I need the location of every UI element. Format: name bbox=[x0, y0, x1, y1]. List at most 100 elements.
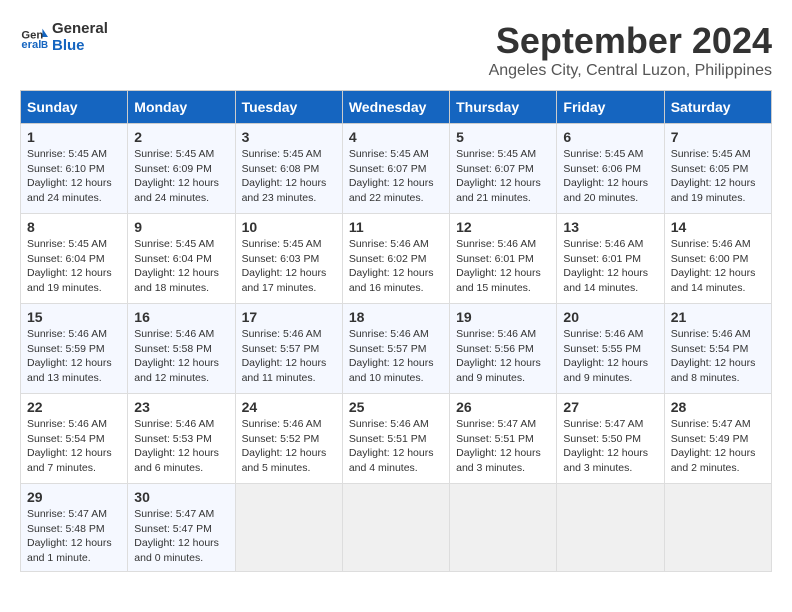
day-cell-6: 6Sunrise: 5:45 AM Sunset: 6:06 PM Daylig… bbox=[557, 124, 664, 214]
logo-text-line2: Blue bbox=[52, 37, 108, 54]
day-info: Sunrise: 5:47 AM Sunset: 5:48 PM Dayligh… bbox=[27, 507, 121, 566]
location-title: Angeles City, Central Luzon, Philippines bbox=[489, 62, 772, 80]
empty-cell bbox=[342, 484, 449, 572]
day-number: 28 bbox=[671, 399, 765, 415]
calendar-table: SundayMondayTuesdayWednesdayThursdayFrid… bbox=[20, 90, 772, 572]
day-info: Sunrise: 5:46 AM Sunset: 6:01 PM Dayligh… bbox=[563, 237, 657, 296]
header-row: SundayMondayTuesdayWednesdayThursdayFrid… bbox=[21, 91, 772, 124]
day-cell-4: 4 Sunrise: 5:45 AM Sunset: 6:07 PM Daylig… bbox=[342, 124, 449, 214]
header-monday: Monday bbox=[128, 91, 235, 124]
day-cell-8: 8 Sunrise: 5:45 AM Sunset: 6:04 PM Daylig… bbox=[21, 214, 128, 304]
day-number: 17 bbox=[242, 309, 336, 325]
day-cell-27: 27 Sunrise: 5:47 AM Sunset: 5:50 PM Dayli… bbox=[557, 394, 664, 484]
day-info: Sunrise: 5:47 AM Sunset: 5:50 PM Dayligh… bbox=[563, 417, 657, 476]
day-info: Sunrise: 5:46 AM Sunset: 5:56 PM Dayligh… bbox=[456, 327, 550, 386]
day-number: 29 bbox=[27, 489, 121, 505]
day-cell-11: 11Sunrise: 5:46 AM Sunset: 6:02 PM Dayli… bbox=[342, 214, 449, 304]
day-number: 20 bbox=[563, 309, 657, 325]
day-number: 21 bbox=[671, 309, 765, 325]
day-info: Sunrise: 5:45 AM Sunset: 6:07 PM Dayligh… bbox=[456, 147, 550, 206]
day-info: Sunrise: 5:45 AM Sunset: 6:06 PM Dayligh… bbox=[563, 147, 657, 206]
day-cell-19: 19 Sunrise: 5:46 AM Sunset: 5:56 PM Dayli… bbox=[450, 304, 557, 394]
day-info: Sunrise: 5:45 AM Sunset: 6:04 PM Dayligh… bbox=[27, 237, 121, 296]
header-wednesday: Wednesday bbox=[342, 91, 449, 124]
day-info: Sunrise: 5:46 AM Sunset: 5:53 PM Dayligh… bbox=[134, 417, 228, 476]
day-cell-30: 30 Sunrise: 5:47 AM Sunset: 5:47 PM Dayli… bbox=[128, 484, 235, 572]
day-number: 26 bbox=[456, 399, 550, 415]
day-cell-2: 2 Sunrise: 5:45 AM Sunset: 6:09 PM Daylig… bbox=[128, 124, 235, 214]
empty-cell bbox=[664, 484, 771, 572]
day-cell-21: 21 Sunrise: 5:46 AM Sunset: 5:54 PM Dayli… bbox=[664, 304, 771, 394]
day-cell-28: 28 Sunrise: 5:47 AM Sunset: 5:49 PM Dayli… bbox=[664, 394, 771, 484]
day-cell-5: 5 Sunrise: 5:45 AM Sunset: 6:07 PM Daylig… bbox=[450, 124, 557, 214]
day-info: Sunrise: 5:45 AM Sunset: 6:05 PM Dayligh… bbox=[671, 147, 765, 206]
header-saturday: Saturday bbox=[664, 91, 771, 124]
day-cell-9: 9 Sunrise: 5:45 AM Sunset: 6:04 PM Daylig… bbox=[128, 214, 235, 304]
day-cell-18: 18 Sunrise: 5:46 AM Sunset: 5:57 PM Dayli… bbox=[342, 304, 449, 394]
day-info: Sunrise: 5:45 AM Sunset: 6:07 PM Dayligh… bbox=[349, 147, 443, 206]
day-info: Sunrise: 5:45 AM Sunset: 6:03 PM Dayligh… bbox=[242, 237, 336, 296]
day-cell-25: 25 Sunrise: 5:46 AM Sunset: 5:51 PM Dayli… bbox=[342, 394, 449, 484]
header-sunday: Sunday bbox=[21, 91, 128, 124]
day-cell-26: 26 Sunrise: 5:47 AM Sunset: 5:51 PM Dayli… bbox=[450, 394, 557, 484]
day-cell-17: 17 Sunrise: 5:46 AM Sunset: 5:57 PM Dayli… bbox=[235, 304, 342, 394]
day-number: 2 bbox=[134, 129, 228, 145]
day-number: 23 bbox=[134, 399, 228, 415]
day-number: 18 bbox=[349, 309, 443, 325]
day-info: Sunrise: 5:46 AM Sunset: 6:02 PM Dayligh… bbox=[349, 237, 443, 296]
day-number: 9 bbox=[134, 219, 228, 235]
day-cell-1: 1Sunrise: 5:45 AM Sunset: 6:10 PM Daylig… bbox=[21, 124, 128, 214]
title-section: September 2024 Angeles City, Central Luz… bbox=[489, 20, 772, 80]
page-header: Gen eral B General Blue September 2024 A… bbox=[20, 20, 772, 80]
day-info: Sunrise: 5:46 AM Sunset: 5:51 PM Dayligh… bbox=[349, 417, 443, 476]
empty-cell bbox=[557, 484, 664, 572]
day-number: 3 bbox=[242, 129, 336, 145]
day-number: 30 bbox=[134, 489, 228, 505]
day-number: 5 bbox=[456, 129, 550, 145]
day-number: 13 bbox=[563, 219, 657, 235]
header-tuesday: Tuesday bbox=[235, 91, 342, 124]
day-info: Sunrise: 5:46 AM Sunset: 5:52 PM Dayligh… bbox=[242, 417, 336, 476]
day-cell-3: 3 Sunrise: 5:45 AM Sunset: 6:08 PM Daylig… bbox=[235, 124, 342, 214]
day-number: 22 bbox=[27, 399, 121, 415]
day-info: Sunrise: 5:47 AM Sunset: 5:51 PM Dayligh… bbox=[456, 417, 550, 476]
day-number: 8 bbox=[27, 219, 121, 235]
day-number: 1 bbox=[27, 129, 121, 145]
day-info: Sunrise: 5:46 AM Sunset: 5:55 PM Dayligh… bbox=[563, 327, 657, 386]
day-info: Sunrise: 5:46 AM Sunset: 6:00 PM Dayligh… bbox=[671, 237, 765, 296]
day-number: 7 bbox=[671, 129, 765, 145]
logo-text-line1: General bbox=[52, 20, 108, 37]
day-number: 24 bbox=[242, 399, 336, 415]
day-info: Sunrise: 5:45 AM Sunset: 6:08 PM Dayligh… bbox=[242, 147, 336, 206]
day-info: Sunrise: 5:45 AM Sunset: 6:04 PM Dayligh… bbox=[134, 237, 228, 296]
header-friday: Friday bbox=[557, 91, 664, 124]
day-info: Sunrise: 5:46 AM Sunset: 5:54 PM Dayligh… bbox=[671, 327, 765, 386]
day-info: Sunrise: 5:46 AM Sunset: 5:57 PM Dayligh… bbox=[242, 327, 336, 386]
day-cell-22: 22 Sunrise: 5:46 AM Sunset: 5:54 PM Dayli… bbox=[21, 394, 128, 484]
day-cell-7: 7 Sunrise: 5:45 AM Sunset: 6:05 PM Daylig… bbox=[664, 124, 771, 214]
calendar-week-5: 29 Sunrise: 5:47 AM Sunset: 5:48 PM Dayli… bbox=[21, 484, 772, 572]
day-cell-24: 24 Sunrise: 5:46 AM Sunset: 5:52 PM Dayli… bbox=[235, 394, 342, 484]
day-info: Sunrise: 5:45 AM Sunset: 6:09 PM Dayligh… bbox=[134, 147, 228, 206]
header-thursday: Thursday bbox=[450, 91, 557, 124]
day-cell-23: 23 Sunrise: 5:46 AM Sunset: 5:53 PM Dayli… bbox=[128, 394, 235, 484]
month-title: September 2024 bbox=[489, 20, 772, 62]
day-number: 19 bbox=[456, 309, 550, 325]
day-number: 4 bbox=[349, 129, 443, 145]
logo: Gen eral B General Blue bbox=[20, 20, 108, 54]
day-cell-29: 29 Sunrise: 5:47 AM Sunset: 5:48 PM Dayli… bbox=[21, 484, 128, 572]
day-cell-20: 20 Sunrise: 5:46 AM Sunset: 5:55 PM Dayli… bbox=[557, 304, 664, 394]
day-info: Sunrise: 5:46 AM Sunset: 6:01 PM Dayligh… bbox=[456, 237, 550, 296]
day-info: Sunrise: 5:47 AM Sunset: 5:49 PM Dayligh… bbox=[671, 417, 765, 476]
empty-cell bbox=[235, 484, 342, 572]
day-info: Sunrise: 5:46 AM Sunset: 5:54 PM Dayligh… bbox=[27, 417, 121, 476]
day-info: Sunrise: 5:46 AM Sunset: 5:59 PM Dayligh… bbox=[27, 327, 121, 386]
day-number: 10 bbox=[242, 219, 336, 235]
day-cell-13: 13 Sunrise: 5:46 AM Sunset: 6:01 PM Dayli… bbox=[557, 214, 664, 304]
day-cell-12: 12Sunrise: 5:46 AM Sunset: 6:01 PM Dayli… bbox=[450, 214, 557, 304]
day-info: Sunrise: 5:46 AM Sunset: 5:57 PM Dayligh… bbox=[349, 327, 443, 386]
day-number: 27 bbox=[563, 399, 657, 415]
day-number: 25 bbox=[349, 399, 443, 415]
day-info: Sunrise: 5:47 AM Sunset: 5:47 PM Dayligh… bbox=[134, 507, 228, 566]
day-cell-15: 15Sunrise: 5:46 AM Sunset: 5:59 PM Dayli… bbox=[21, 304, 128, 394]
